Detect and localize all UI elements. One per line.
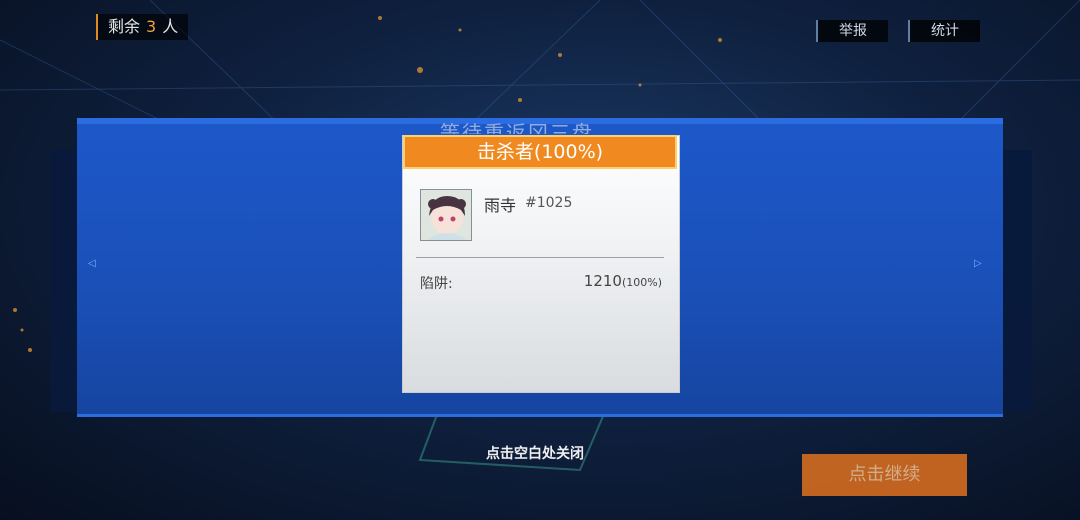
remaining-unit: 人 <box>162 17 179 36</box>
killer-card-header: 击杀者(100%) <box>403 135 677 169</box>
avatar-image <box>421 190 471 240</box>
right-arrow-icon[interactable]: ▷ <box>974 258 982 269</box>
trap-label: 陷阱: <box>420 276 453 292</box>
panel-title: 等待重返冈三盘 <box>440 121 594 134</box>
avatar <box>420 189 472 241</box>
killer-player-name: 雨寺 <box>484 196 517 215</box>
trap-value: 1210(100%) <box>584 272 662 290</box>
killer-player-id: #1025 <box>525 195 573 211</box>
close-hint[interactable]: 点击空白处关闭 <box>486 443 584 463</box>
killer-card <box>402 135 680 393</box>
continue-button[interactable]: 点击继续 <box>802 454 967 496</box>
remaining-players-counter: 剩余 3 人 <box>96 14 189 40</box>
card-divider <box>416 257 664 258</box>
trap-damage-percent: (100%) <box>621 276 662 289</box>
left-arrow-icon[interactable]: ◁ <box>88 258 96 269</box>
remaining-count: 3 <box>146 17 157 36</box>
remaining-label: 剩余 <box>108 17 141 36</box>
report-button[interactable]: 举报 <box>816 20 888 42</box>
stats-button[interactable]: 统计 <box>908 20 980 42</box>
trap-damage-value: 1210 <box>583 272 622 290</box>
